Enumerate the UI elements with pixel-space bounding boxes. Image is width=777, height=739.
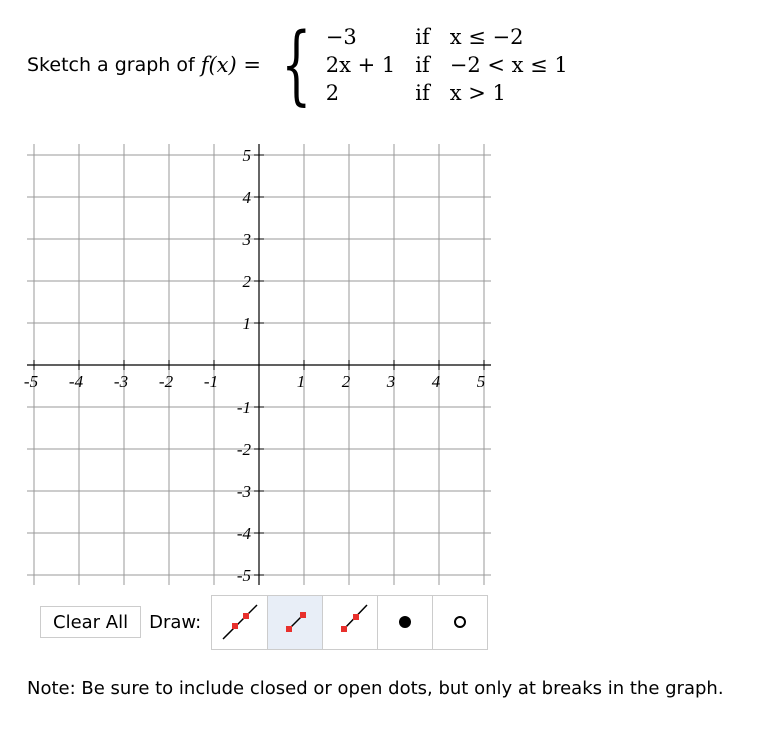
draw-tools	[211, 594, 489, 650]
y-tick-label: 2	[243, 272, 252, 291]
case-2-if: if	[415, 53, 430, 77]
x-tick-label: 3	[386, 372, 396, 391]
case-1-if: if	[415, 25, 430, 49]
line-icon	[222, 604, 258, 640]
y-tick-label: -2	[237, 440, 252, 459]
x-tick-label: 4	[432, 372, 441, 391]
closed-dot-tool[interactable]	[377, 595, 433, 649]
case-2-expr: 2x + 1	[325, 53, 396, 77]
function-name: f(x) =	[200, 53, 261, 77]
problem-prompt: Sketch a graph of f(x) = { −3 if x ≤ −2 …	[27, 0, 568, 130]
draw-label: Draw:	[149, 611, 202, 633]
segment-icon	[286, 612, 307, 632]
prompt-lead-text: Sketch a graph of	[27, 54, 195, 76]
x-tick-label: -5	[24, 372, 38, 391]
x-tick-label: 1	[297, 372, 306, 391]
x-tick-label: 2	[342, 372, 351, 391]
segment-tool[interactable]	[267, 595, 323, 649]
ray-icon	[341, 604, 368, 632]
y-tick-label: 1	[243, 314, 252, 333]
draw-toolbar: Clear All Draw:	[40, 594, 489, 650]
clear-all-button[interactable]: Clear All	[40, 606, 142, 638]
x-tick-label: -2	[159, 372, 174, 391]
line-tool[interactable]	[212, 595, 268, 649]
y-tick-label: 4	[243, 188, 252, 207]
case-1-expr: −3	[325, 25, 357, 49]
y-tick-label: -3	[237, 482, 251, 501]
case-2-condition: −2 < x ≤ 1	[449, 53, 568, 77]
x-tick-label: -3	[114, 372, 128, 391]
case-3-expr: 2	[325, 81, 340, 105]
y-tick-label: 5	[243, 146, 252, 165]
x-tick-label: -4	[69, 372, 84, 391]
ray-tool[interactable]	[322, 595, 378, 649]
graph-canvas[interactable]: -5 -4 -3 -2 -1 1 2 3 4 5 5 4 3 2 1 -1 -2 -3 -4 -5	[20, 140, 495, 590]
case-1-condition: x ≤ −2	[449, 25, 524, 49]
open-dot-icon	[454, 616, 467, 628]
open-dot-tool[interactable]	[432, 595, 488, 649]
case-3-if: if	[415, 81, 430, 105]
x-tick-label: 5	[477, 372, 486, 391]
y-tick-label: 3	[242, 230, 252, 249]
y-tick-label: -5	[237, 566, 251, 585]
y-tick-label: -4	[237, 524, 252, 543]
y-tick-label: -1	[237, 398, 251, 417]
note-text: Note: Be sure to include closed or open …	[27, 678, 724, 699]
closed-dot-icon	[399, 616, 412, 628]
piecewise-cases: −3 if x ≤ −2 2x + 1 if −2 < x ≤ 1 2 if x…	[326, 25, 568, 105]
case-3-condition: x > 1	[449, 81, 506, 105]
x-tick-label: -1	[204, 372, 218, 391]
cases-brace: {	[281, 15, 312, 115]
